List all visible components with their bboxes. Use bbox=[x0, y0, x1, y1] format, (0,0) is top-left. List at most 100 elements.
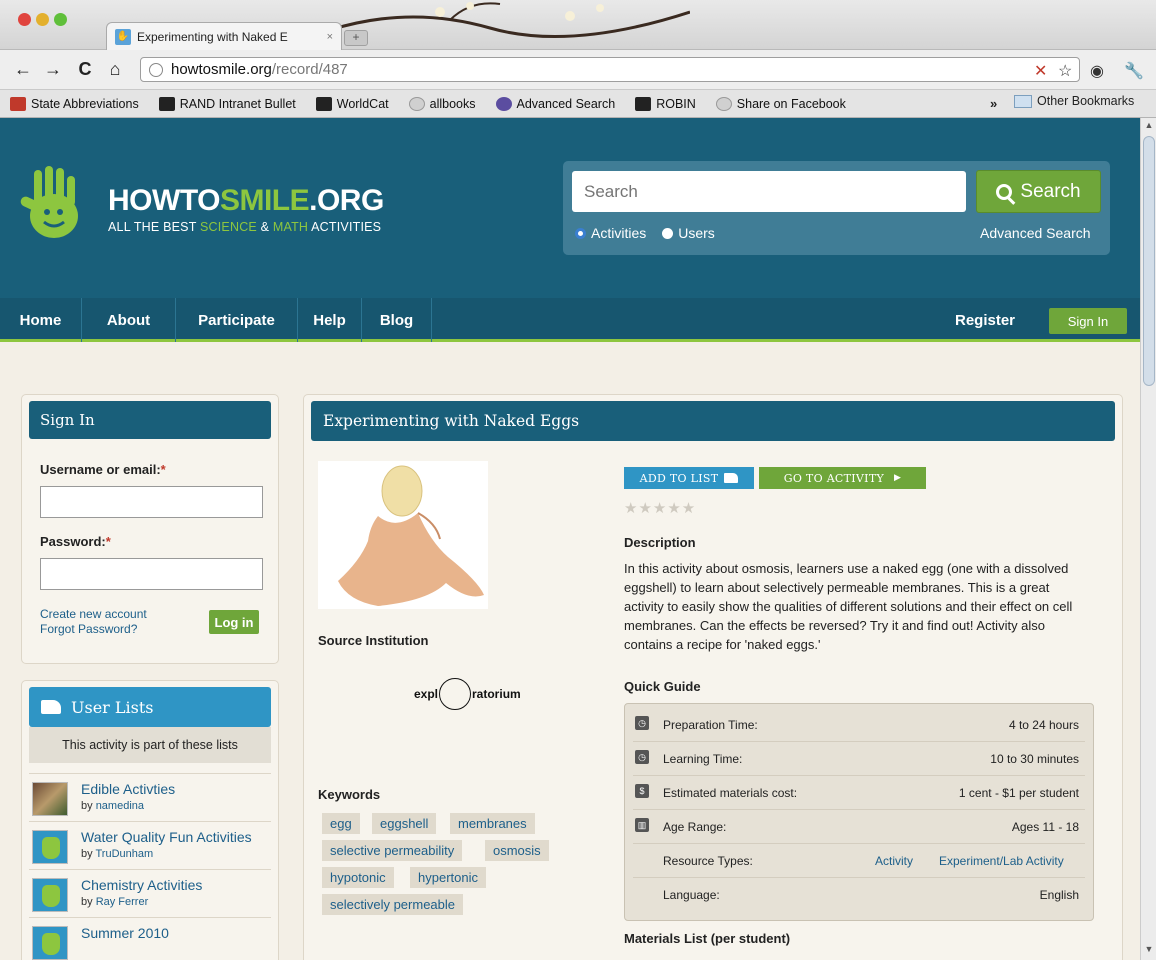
scroll-up-arrow-icon[interactable]: ▲ bbox=[1141, 120, 1156, 134]
register-link[interactable]: Register bbox=[955, 312, 1015, 329]
list-title-link[interactable]: Chemistry Activities bbox=[81, 877, 202, 893]
tab-title: Experimenting with Naked E bbox=[137, 29, 288, 44]
logo-text-right: ratorium bbox=[472, 687, 521, 701]
radio-users[interactable] bbox=[662, 227, 674, 239]
window-minimize-button[interactable] bbox=[36, 13, 49, 26]
home-icon[interactable]: ⌂ bbox=[104, 59, 126, 80]
wrench-icon[interactable]: 🔧 bbox=[1124, 61, 1144, 81]
new-tab-button[interactable]: + bbox=[344, 30, 368, 46]
bookmark-label: Share on Facebook bbox=[736, 96, 846, 111]
search-scope-radios: Activities Users bbox=[575, 225, 731, 241]
tab-close-icon[interactable]: × bbox=[327, 31, 333, 43]
bookmark-allbooks[interactable]: allbooks bbox=[408, 96, 476, 111]
window-close-button[interactable] bbox=[18, 13, 31, 26]
scroll-thumb[interactable] bbox=[1143, 136, 1155, 386]
required-mark: * bbox=[105, 534, 111, 549]
create-account-link[interactable]: Create new account bbox=[40, 607, 147, 621]
materials-cost-value: 1 cent - $1 per student bbox=[958, 786, 1079, 800]
exploratorium-circle-icon bbox=[439, 678, 472, 710]
nav-blog[interactable]: Blog bbox=[362, 298, 432, 342]
site-search-button[interactable]: Search bbox=[976, 170, 1101, 213]
keyword-tag[interactable]: membranes bbox=[450, 813, 535, 834]
username-input[interactable] bbox=[40, 486, 263, 518]
list-item[interactable]: Chemistry Activities by Ray Ferrer bbox=[29, 869, 271, 917]
rand-icon bbox=[635, 96, 652, 111]
resource-type-link[interactable]: Experiment/Lab Activity bbox=[939, 854, 1064, 868]
keyword-tag[interactable]: selectively permeable bbox=[322, 894, 464, 915]
exploratorium-logo[interactable]: expl ratorium bbox=[414, 678, 521, 710]
other-bookmarks-label: Other Bookmarks bbox=[1037, 94, 1135, 108]
resource-type-link[interactable]: Activity bbox=[875, 854, 913, 868]
rating-stars[interactable]: ★★★★★ bbox=[624, 499, 696, 517]
reload-icon[interactable]: C bbox=[74, 59, 96, 80]
address-bar[interactable]: howtosmile.org /record/487 bbox=[140, 57, 1080, 82]
quick-guide-row: Language: English bbox=[633, 878, 1085, 912]
list-owner: by namedina bbox=[81, 800, 144, 812]
bookmark-star-icon[interactable]: ☆ bbox=[1058, 61, 1072, 81]
bookmark-rand-intranet[interactable]: RAND Intranet Bullet bbox=[158, 96, 296, 111]
list-owner: by TruDunham bbox=[81, 848, 153, 860]
age-range-icon: ▥ bbox=[635, 818, 649, 832]
page-scrollbar[interactable]: ▲ ▼ bbox=[1140, 118, 1156, 960]
keyword-tag[interactable]: selective permeability bbox=[322, 840, 463, 861]
nav-help[interactable]: Help bbox=[298, 298, 362, 342]
keyword-tag[interactable]: egg bbox=[322, 813, 360, 834]
extension-icon[interactable]: ◉ bbox=[1090, 61, 1104, 81]
main-navigation: Home About Participate Help Blog Registe… bbox=[0, 298, 1140, 342]
forward-arrow-icon[interactable]: → bbox=[42, 59, 64, 80]
header-sign-in-button[interactable]: Sign In bbox=[1049, 308, 1127, 334]
nav-about[interactable]: About bbox=[82, 298, 176, 342]
keyword-tag[interactable]: hypertonic bbox=[410, 867, 486, 888]
globe-icon bbox=[408, 96, 425, 111]
window-zoom-button[interactable] bbox=[54, 13, 67, 26]
forgot-password-link[interactable]: Forgot Password? bbox=[40, 622, 137, 636]
required-mark: * bbox=[160, 462, 166, 477]
password-label: Password:* bbox=[40, 534, 111, 549]
list-owner-link[interactable]: namedina bbox=[96, 800, 144, 812]
list-title-link[interactable]: Edible Activties bbox=[81, 781, 175, 797]
advanced-search-link[interactable]: Advanced Search bbox=[980, 225, 1091, 241]
keyword-tag[interactable]: osmosis bbox=[485, 840, 549, 861]
list-item[interactable]: Water Quality Fun Activities by TruDunha… bbox=[29, 821, 271, 869]
rand-icon bbox=[315, 96, 332, 111]
bookmarks-overflow-chevron-icon[interactable]: » bbox=[990, 96, 997, 111]
site-search-input[interactable] bbox=[572, 171, 966, 212]
list-item[interactable]: Summer 2010 bbox=[29, 917, 271, 960]
back-arrow-icon[interactable]: ← bbox=[12, 59, 34, 80]
add-to-list-button[interactable]: ADD TO LIST bbox=[624, 467, 754, 489]
log-in-button[interactable]: Log in bbox=[209, 610, 259, 634]
ap-icon bbox=[10, 96, 26, 111]
globe-icon bbox=[149, 62, 163, 77]
go-to-activity-button[interactable]: GO TO ACTIVITY ▶ bbox=[759, 467, 926, 489]
list-owner: by Ray Ferrer bbox=[81, 896, 148, 908]
nav-participate[interactable]: Participate bbox=[176, 298, 298, 342]
smiling-hand-logo-icon[interactable] bbox=[20, 166, 90, 242]
browser-tab-active[interactable]: ✋ Experimenting with Naked E × bbox=[106, 22, 342, 50]
scroll-down-arrow-icon[interactable]: ▼ bbox=[1141, 944, 1156, 958]
bookmark-label: State Abbreviations bbox=[31, 96, 139, 111]
list-owner-link[interactable]: Ray Ferrer bbox=[96, 896, 149, 908]
site-logo-wordmark[interactable]: HOWTOSMILE.ORG bbox=[108, 184, 384, 218]
list-item[interactable]: Edible Activties by namedina bbox=[29, 773, 271, 821]
keyword-tag[interactable]: hypotonic bbox=[322, 867, 394, 888]
radio-activities[interactable] bbox=[575, 227, 586, 239]
other-bookmarks-folder[interactable]: Other Bookmarks bbox=[1014, 94, 1134, 108]
nav-home[interactable]: Home bbox=[0, 298, 82, 342]
list-owner-link[interactable]: TruDunham bbox=[95, 848, 153, 860]
list-title-link[interactable]: Water Quality Fun Activities bbox=[81, 829, 252, 845]
keyword-tag[interactable]: eggshell bbox=[372, 813, 437, 834]
bookmark-robin[interactable]: ROBIN bbox=[635, 96, 696, 111]
radio-activities-label[interactable]: Activities bbox=[591, 225, 646, 241]
password-input[interactable] bbox=[40, 558, 263, 590]
cookie-blocked-icon[interactable]: ✕ bbox=[1034, 61, 1047, 81]
bookmark-share-facebook[interactable]: Share on Facebook bbox=[715, 96, 846, 111]
learning-time-label: Learning Time: bbox=[663, 752, 743, 766]
bookmark-advanced-search[interactable]: Advanced Search bbox=[495, 96, 615, 111]
list-title-link[interactable]: Summer 2010 bbox=[81, 925, 169, 941]
bookmark-label: RAND Intranet Bullet bbox=[179, 96, 296, 111]
bookmark-state-abbreviations[interactable]: State Abbreviations bbox=[10, 96, 139, 111]
logo-smile: SMILE bbox=[219, 184, 310, 217]
radio-users-label[interactable]: Users bbox=[678, 225, 715, 241]
bookmark-label: WorldCat bbox=[336, 96, 389, 111]
bookmark-worldcat[interactable]: WorldCat bbox=[315, 96, 389, 111]
